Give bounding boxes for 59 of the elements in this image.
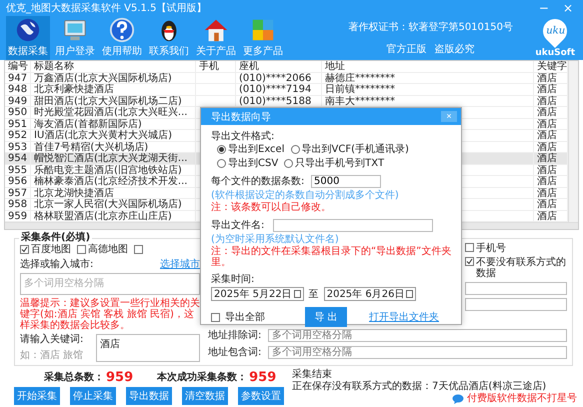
column-header: 地址: [322, 61, 534, 72]
checkbox-label: 不要没有联系方式的数据: [476, 257, 567, 279]
group-title: 采集条件(必填): [19, 232, 92, 244]
field-label: 请输入关键词:: [20, 334, 84, 345]
total-count: 959: [106, 370, 134, 384]
table-cell: 949: [5, 96, 31, 106]
radio-label: 只导出手机号到TXT: [295, 158, 384, 169]
table-cell: 954: [5, 153, 31, 164]
success-count: 959: [249, 370, 276, 384]
radio-label: 导出到Excel: [228, 144, 284, 155]
status-text: 采集结束: [292, 369, 333, 380]
radio-label: 导出到CSV: [228, 158, 278, 169]
table-cell: 953: [5, 142, 31, 152]
field-label: 地址排除词:: [208, 328, 262, 342]
to-text: 至: [308, 288, 319, 300]
table-cell: 959: [5, 210, 31, 221]
column-header: 标题名称: [31, 61, 196, 72]
count-hint: (软件根据设定的条数自动分割成多个文件): [211, 190, 399, 201]
radio-label: 导出到VCF(手机通讯录): [302, 144, 409, 155]
column-header: 手机: [196, 61, 236, 72]
table-cell: 日前镇********: [322, 84, 534, 94]
table-cell: 955: [5, 164, 31, 175]
table-cell: 948: [5, 84, 31, 94]
name-hint: (为空时采用系统默认文件名): [211, 234, 339, 245]
count-note: 注：该条数可以自己修改。: [211, 202, 331, 213]
checkbox-label: 高德地图: [88, 244, 128, 254]
table-cell: 947: [5, 72, 31, 83]
table-cell: 957: [5, 188, 31, 198]
table-cell: (010)****7194: [236, 84, 322, 94]
column-header: 编号: [5, 61, 31, 72]
status-detail: 正在保存没有联系方式的数据：7天优品酒店(料凉三途店): [292, 381, 548, 392]
checkbox-label: 导出全部: [225, 312, 265, 322]
table-cell: 南丰大********: [322, 96, 534, 106]
total-label: 采集总条数：: [44, 370, 104, 384]
checkbox-label: 手机号: [476, 243, 506, 254]
table-cell: 958: [5, 199, 31, 210]
table-cell: 950: [5, 107, 31, 118]
table-cell: 956: [5, 176, 31, 186]
keyword-hint: 如：酒店 旅馆: [20, 350, 84, 361]
window-title: 优克_地图大数据采集软件 V5.1.5【试用版】: [6, 2, 206, 15]
table-cell: (010)****2066: [236, 72, 322, 83]
table-cell: (010)****5188: [236, 96, 322, 106]
field-label: 地址包含词:: [208, 346, 262, 359]
piracy-text: 盗版必究: [434, 42, 475, 56]
copyright-text: 著作权证书：软著登字第5010150号: [348, 20, 513, 34]
name-note: 注：导出的文件在采集器根目录下的“导出数据”文件夹里。: [211, 246, 452, 268]
field-label: 导出文件格式:: [211, 131, 274, 142]
logo-text: ukuSoft: [535, 48, 575, 58]
checkbox-label: 百度地图: [31, 244, 71, 254]
table-cell: 952: [5, 130, 31, 140]
field-label: 每个文件的数据条数:: [211, 176, 306, 187]
tip-text: 温馨提示：建议多设置一些行业相关的关键字(如:酒店 宾馆 客栈 旅馆 民宿)，这样采集的数据会比较多。: [20, 298, 200, 331]
official-text: 官方正版: [386, 42, 427, 56]
dialog-title: 导出数据向导: [211, 110, 271, 124]
field-label: 采集时间:: [211, 274, 254, 285]
field-label: 选择或输入城市:: [20, 259, 94, 271]
success-label: 本次成功采集条数：: [157, 370, 248, 384]
field-label: 导出文件名:: [211, 220, 266, 231]
table-cell: 951: [5, 118, 31, 129]
